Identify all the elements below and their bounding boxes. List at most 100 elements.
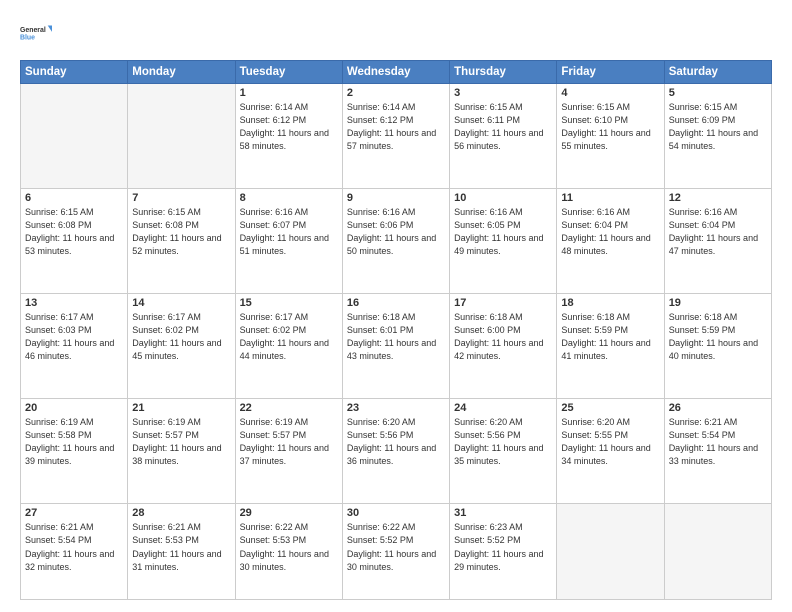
week-row-4: 20 Sunrise: 6:19 AM Sunset: 5:58 PM Dayli… — [21, 399, 772, 504]
day-number: 22 — [240, 402, 338, 414]
day-number: 30 — [347, 507, 445, 519]
day-cell — [557, 504, 664, 600]
day-info: Sunrise: 6:20 AM Sunset: 5:56 PM Dayligh… — [454, 416, 552, 468]
day-cell — [664, 504, 771, 600]
day-cell: 2 Sunrise: 6:14 AM Sunset: 6:12 PM Daylig… — [342, 84, 449, 189]
day-info: Sunrise: 6:17 AM Sunset: 6:03 PM Dayligh… — [25, 311, 123, 363]
day-number: 18 — [561, 297, 659, 309]
day-info: Sunrise: 6:18 AM Sunset: 6:00 PM Dayligh… — [454, 311, 552, 363]
day-info: Sunrise: 6:18 AM Sunset: 5:59 PM Dayligh… — [561, 311, 659, 363]
day-info: Sunrise: 6:20 AM Sunset: 5:56 PM Dayligh… — [347, 416, 445, 468]
day-info: Sunrise: 6:19 AM Sunset: 5:57 PM Dayligh… — [240, 416, 338, 468]
day-info: Sunrise: 6:17 AM Sunset: 6:02 PM Dayligh… — [132, 311, 230, 363]
weekday-thursday: Thursday — [450, 61, 557, 84]
day-cell: 17 Sunrise: 6:18 AM Sunset: 6:00 PM Dayli… — [450, 294, 557, 399]
day-cell: 13 Sunrise: 6:17 AM Sunset: 6:03 PM Dayli… — [21, 294, 128, 399]
day-number: 13 — [25, 297, 123, 309]
svg-text:Blue: Blue — [20, 34, 35, 41]
day-number: 20 — [25, 402, 123, 414]
calendar-page: General Blue SundayMondayTuesdayWednesda… — [0, 0, 792, 612]
day-cell: 20 Sunrise: 6:19 AM Sunset: 5:58 PM Dayli… — [21, 399, 128, 504]
day-info: Sunrise: 6:17 AM Sunset: 6:02 PM Dayligh… — [240, 311, 338, 363]
day-cell: 3Sunrise: 6:15 AM Sunset: 6:11 PM Daylig… — [450, 84, 557, 189]
day-cell: 15 Sunrise: 6:17 AM Sunset: 6:02 PM Dayli… — [235, 294, 342, 399]
day-info: Sunrise: 6:21 AM Sunset: 5:54 PM Dayligh… — [25, 521, 123, 573]
day-info: Sunrise: 6:22 AM Sunset: 5:53 PM Dayligh… — [240, 521, 338, 573]
week-row-1: 1Sunrise: 6:14 AM Sunset: 6:12 PM Daylig… — [21, 84, 772, 189]
day-cell — [21, 84, 128, 189]
day-cell: 4 Sunrise: 6:15 AM Sunset: 6:10 PM Daylig… — [557, 84, 664, 189]
day-cell: 16 Sunrise: 6:18 AM Sunset: 6:01 PM Dayli… — [342, 294, 449, 399]
logo: General Blue — [20, 18, 52, 50]
day-info: Sunrise: 6:15 AM Sunset: 6:08 PM Dayligh… — [132, 206, 230, 258]
day-number: 2 — [347, 87, 445, 99]
day-info: Sunrise: 6:21 AM Sunset: 5:54 PM Dayligh… — [669, 416, 767, 468]
day-number: 27 — [25, 507, 123, 519]
day-cell: 1Sunrise: 6:14 AM Sunset: 6:12 PM Daylig… — [235, 84, 342, 189]
day-number: 16 — [347, 297, 445, 309]
weekday-monday: Monday — [128, 61, 235, 84]
day-cell: 7 Sunrise: 6:15 AM Sunset: 6:08 PM Daylig… — [128, 189, 235, 294]
day-number: 28 — [132, 507, 230, 519]
day-number: 17 — [454, 297, 552, 309]
day-info: Sunrise: 6:15 AM Sunset: 6:08 PM Dayligh… — [25, 206, 123, 258]
day-info: Sunrise: 6:22 AM Sunset: 5:52 PM Dayligh… — [347, 521, 445, 573]
day-info: Sunrise: 6:14 AM Sunset: 6:12 PM Dayligh… — [347, 101, 445, 153]
day-number: 8 — [240, 192, 338, 204]
weekday-tuesday: Tuesday — [235, 61, 342, 84]
week-row-3: 13 Sunrise: 6:17 AM Sunset: 6:03 PM Dayli… — [21, 294, 772, 399]
day-number: 14 — [132, 297, 230, 309]
day-cell: 12 Sunrise: 6:16 AM Sunset: 6:04 PM Dayli… — [664, 189, 771, 294]
day-number: 6 — [25, 192, 123, 204]
day-number: 7 — [132, 192, 230, 204]
day-number: 15 — [240, 297, 338, 309]
day-cell: 23 Sunrise: 6:20 AM Sunset: 5:56 PM Dayli… — [342, 399, 449, 504]
day-info: Sunrise: 6:16 AM Sunset: 6:04 PM Dayligh… — [669, 206, 767, 258]
day-info: Sunrise: 6:15 AM Sunset: 6:10 PM Dayligh… — [561, 101, 659, 153]
day-number: 5 — [669, 87, 767, 99]
day-number: 3 — [454, 87, 552, 99]
day-cell: 6 Sunrise: 6:15 AM Sunset: 6:08 PM Daylig… — [21, 189, 128, 294]
day-cell: 11 Sunrise: 6:16 AM Sunset: 6:04 PM Dayli… — [557, 189, 664, 294]
day-cell: 29Sunrise: 6:22 AM Sunset: 5:53 PM Dayli… — [235, 504, 342, 600]
calendar-table: SundayMondayTuesdayWednesdayThursdayFrid… — [20, 60, 772, 600]
day-info: Sunrise: 6:23 AM Sunset: 5:52 PM Dayligh… — [454, 521, 552, 573]
day-number: 21 — [132, 402, 230, 414]
weekday-friday: Friday — [557, 61, 664, 84]
weekday-wednesday: Wednesday — [342, 61, 449, 84]
day-number: 12 — [669, 192, 767, 204]
day-number: 31 — [454, 507, 552, 519]
day-number: 4 — [561, 87, 659, 99]
day-info: Sunrise: 6:16 AM Sunset: 6:07 PM Dayligh… — [240, 206, 338, 258]
day-info: Sunrise: 6:18 AM Sunset: 5:59 PM Dayligh… — [669, 311, 767, 363]
day-info: Sunrise: 6:19 AM Sunset: 5:57 PM Dayligh… — [132, 416, 230, 468]
day-cell: 22 Sunrise: 6:19 AM Sunset: 5:57 PM Dayli… — [235, 399, 342, 504]
day-info: Sunrise: 6:19 AM Sunset: 5:58 PM Dayligh… — [25, 416, 123, 468]
day-info: Sunrise: 6:16 AM Sunset: 6:05 PM Dayligh… — [454, 206, 552, 258]
day-number: 11 — [561, 192, 659, 204]
day-info: Sunrise: 6:21 AM Sunset: 5:53 PM Dayligh… — [132, 521, 230, 573]
day-info: Sunrise: 6:16 AM Sunset: 6:06 PM Dayligh… — [347, 206, 445, 258]
day-cell: 31 Sunrise: 6:23 AM Sunset: 5:52 PM Dayli… — [450, 504, 557, 600]
day-cell — [128, 84, 235, 189]
week-row-2: 6 Sunrise: 6:15 AM Sunset: 6:08 PM Daylig… — [21, 189, 772, 294]
day-number: 23 — [347, 402, 445, 414]
day-cell: 8 Sunrise: 6:16 AM Sunset: 6:07 PM Daylig… — [235, 189, 342, 294]
day-cell: 25Sunrise: 6:20 AM Sunset: 5:55 PM Dayli… — [557, 399, 664, 504]
day-info: Sunrise: 6:14 AM Sunset: 6:12 PM Dayligh… — [240, 101, 338, 153]
day-cell: 21 Sunrise: 6:19 AM Sunset: 5:57 PM Dayli… — [128, 399, 235, 504]
day-info: Sunrise: 6:20 AM Sunset: 5:55 PM Dayligh… — [561, 416, 659, 468]
weekday-sunday: Sunday — [21, 61, 128, 84]
weekday-saturday: Saturday — [664, 61, 771, 84]
day-cell: 26 Sunrise: 6:21 AM Sunset: 5:54 PM Dayli… — [664, 399, 771, 504]
svg-text:General: General — [20, 27, 46, 34]
day-number: 10 — [454, 192, 552, 204]
day-info: Sunrise: 6:16 AM Sunset: 6:04 PM Dayligh… — [561, 206, 659, 258]
day-number: 26 — [669, 402, 767, 414]
day-cell: 14 Sunrise: 6:17 AM Sunset: 6:02 PM Dayli… — [128, 294, 235, 399]
week-row-5: 27 Sunrise: 6:21 AM Sunset: 5:54 PM Dayli… — [21, 504, 772, 600]
day-info: Sunrise: 6:15 AM Sunset: 6:09 PM Dayligh… — [669, 101, 767, 153]
day-info: Sunrise: 6:18 AM Sunset: 6:01 PM Dayligh… — [347, 311, 445, 363]
day-cell: 18 Sunrise: 6:18 AM Sunset: 5:59 PM Dayli… — [557, 294, 664, 399]
day-cell: 5 Sunrise: 6:15 AM Sunset: 6:09 PM Daylig… — [664, 84, 771, 189]
